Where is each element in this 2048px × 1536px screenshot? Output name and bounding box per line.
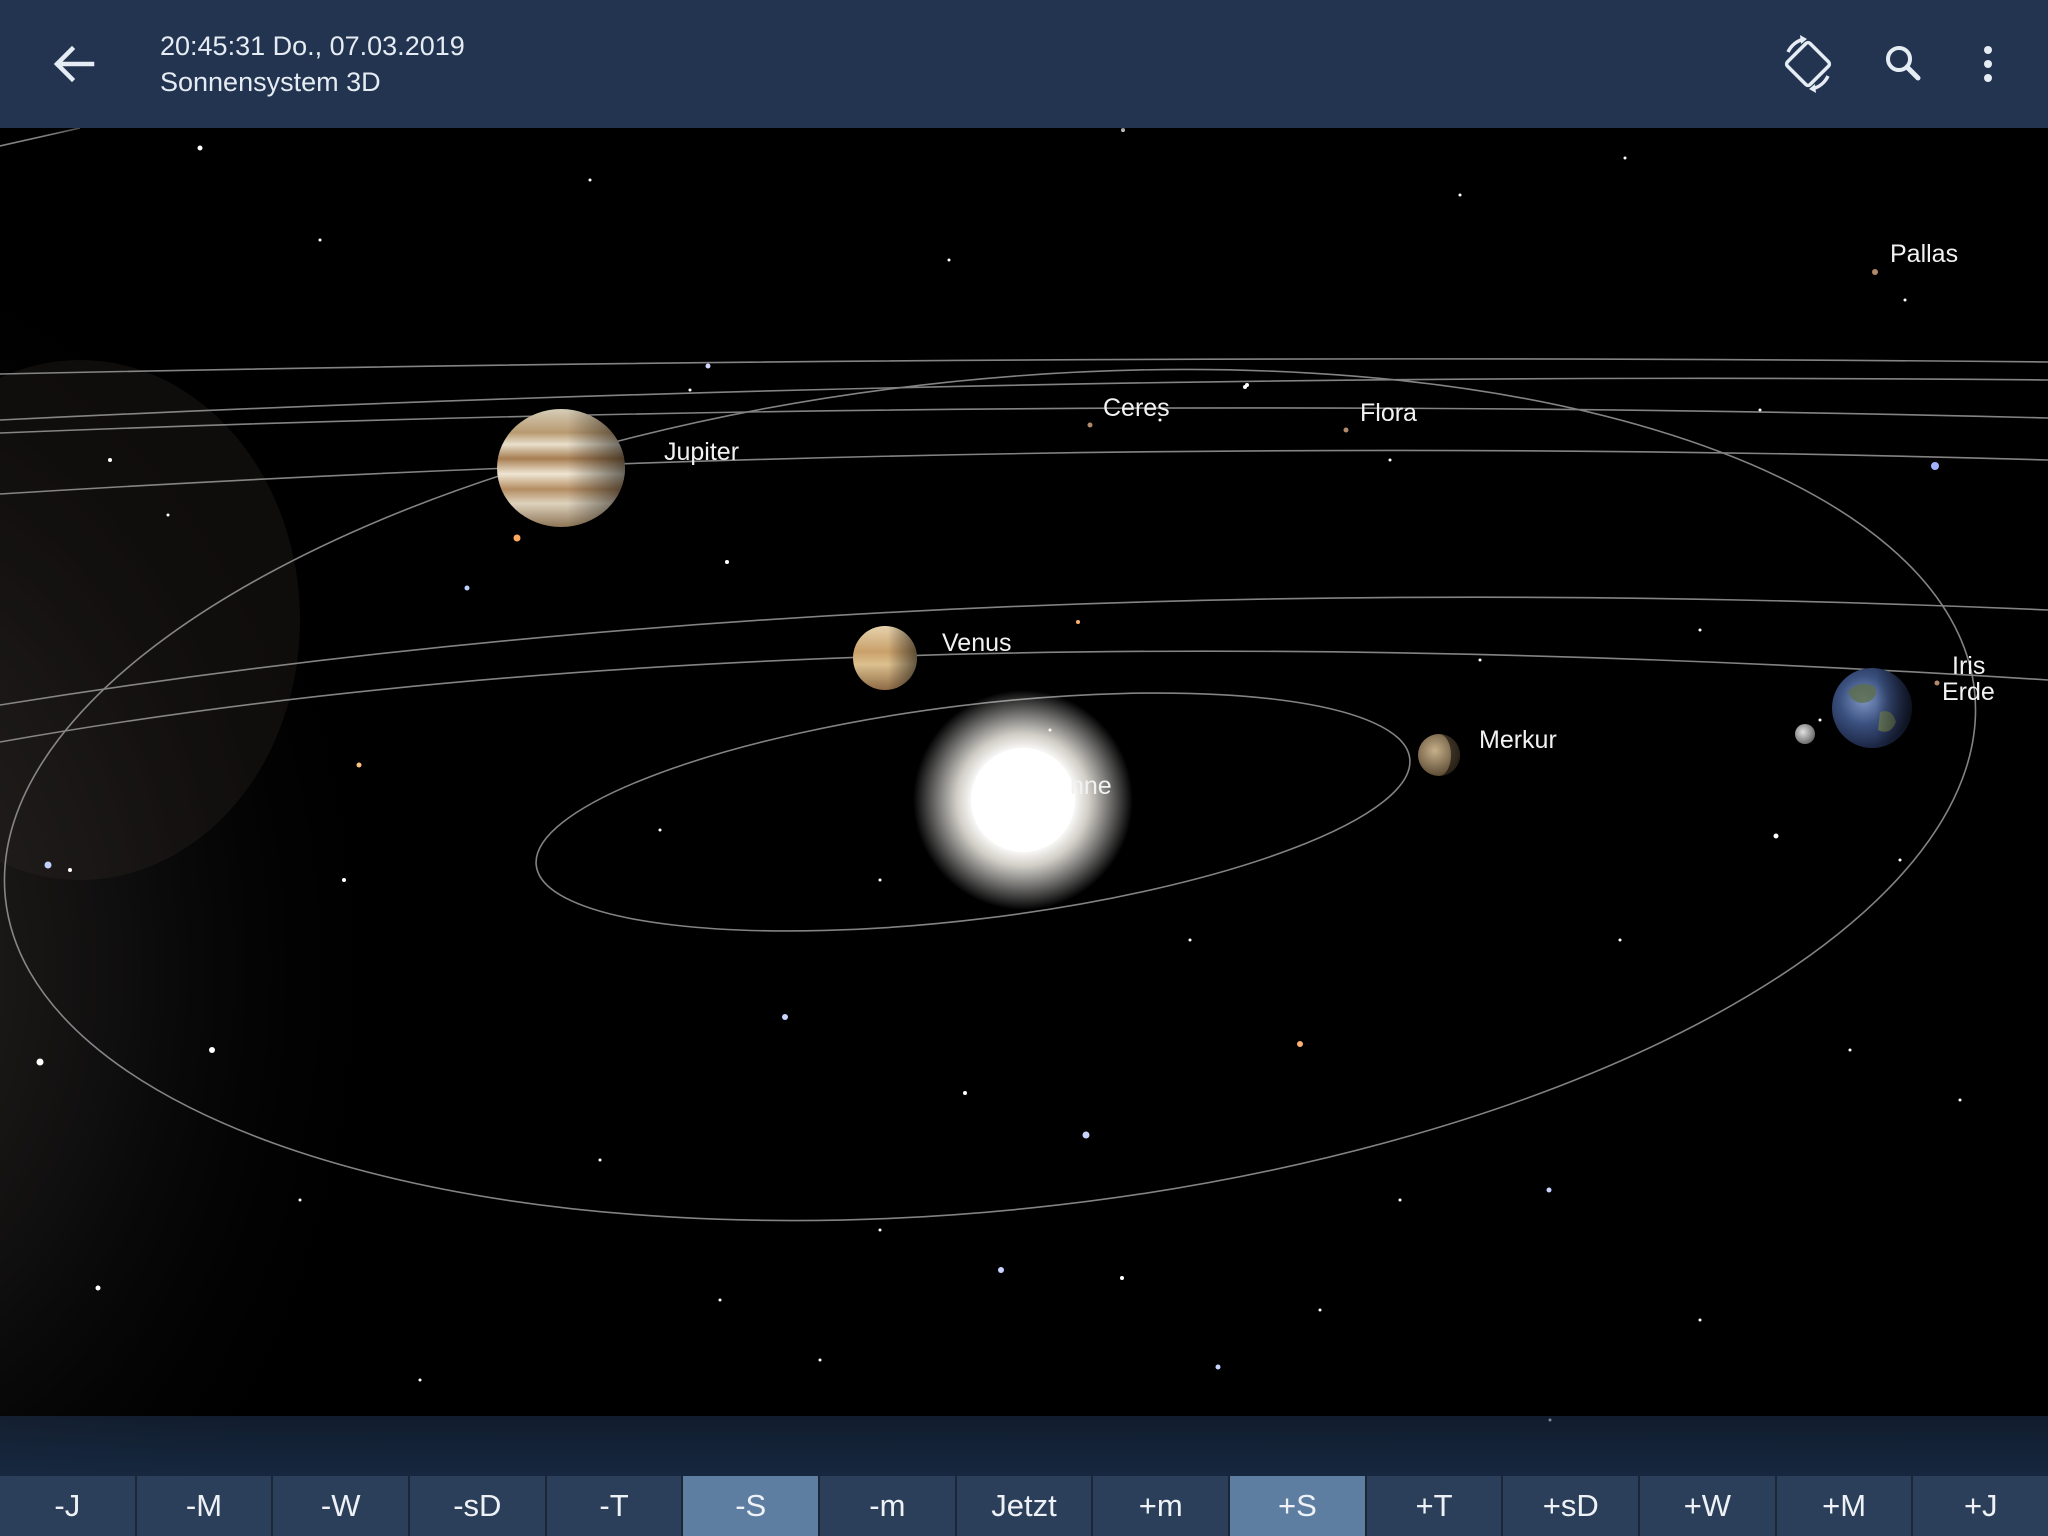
moon[interactable] xyxy=(1795,724,1815,744)
pallas-dot[interactable] xyxy=(1872,269,1878,275)
label-erde: Erde xyxy=(1942,678,1995,706)
label-ceres: Ceres xyxy=(1103,394,1170,422)
label-merkur: Merkur xyxy=(1479,726,1557,754)
control-strip-background xyxy=(0,1416,2048,1476)
time-button-plus-year[interactable]: +J xyxy=(1913,1476,2048,1536)
datetime-label: 20:45:31 Do., 07.03.2019 xyxy=(160,31,465,61)
time-button-minus-month[interactable]: -M xyxy=(136,1476,272,1536)
label-flora: Flora xyxy=(1360,399,1417,427)
screen-rotation-icon[interactable] xyxy=(1774,30,1842,98)
flora-dot[interactable] xyxy=(1343,427,1349,433)
solar-system-canvas[interactable]: Pallas Ceres Flora Jupiter Venus Merkur … xyxy=(0,128,2048,1476)
time-button-plus-week[interactable]: +W xyxy=(1640,1476,1775,1536)
time-button-plus-day[interactable]: +T xyxy=(1366,1476,1502,1536)
app-bar: 20:45:31 Do., 07.03.2019 Sonnensystem 3D xyxy=(0,0,2048,128)
time-button-plus-month[interactable]: +M xyxy=(1776,1476,1912,1536)
label-sonne: nne xyxy=(1070,772,1112,800)
label-pallas: Pallas xyxy=(1890,240,1958,268)
time-button-minus-year[interactable]: -J xyxy=(0,1476,135,1536)
time-button-plus-minute[interactable]: +m xyxy=(1093,1476,1229,1536)
label-iris: Iris xyxy=(1952,652,1985,680)
header-titles: 20:45:31 Do., 07.03.2019 Sonnensystem 3D xyxy=(160,28,465,100)
time-button-minus-minute[interactable]: -m xyxy=(820,1476,955,1536)
page-title: Sonnensystem 3D xyxy=(160,67,381,97)
more-vert-icon[interactable] xyxy=(1954,30,2022,98)
time-button-now[interactable]: Jetzt xyxy=(956,1476,1092,1536)
ceres-dot[interactable] xyxy=(1087,422,1093,428)
venus-planet[interactable] xyxy=(853,626,917,690)
time-button-minus-day[interactable]: -T xyxy=(546,1476,682,1536)
time-button-plus-hour[interactable]: +S xyxy=(1230,1476,1365,1536)
solar-system-view[interactable]: Pallas Ceres Flora Jupiter Venus Merkur … xyxy=(0,128,2048,1476)
mercury-planet[interactable] xyxy=(1418,734,1460,776)
back-arrow-icon[interactable] xyxy=(44,34,104,94)
time-button-plus-sidereal-day[interactable]: +sD xyxy=(1503,1476,1639,1536)
earth-planet[interactable] xyxy=(1832,668,1912,748)
time-button-minus-hour[interactable]: -S xyxy=(683,1476,819,1536)
time-step-bar: -J -M -W -sD -T -S -m Jetzt +m +S +T +sD… xyxy=(0,1476,2048,1536)
label-venus: Venus xyxy=(942,629,1012,657)
time-button-minus-week[interactable]: -W xyxy=(273,1476,409,1536)
jupiter-planet[interactable] xyxy=(497,409,625,527)
label-jupiter: Jupiter xyxy=(664,438,739,466)
time-button-minus-sidereal-day[interactable]: -sD xyxy=(410,1476,545,1536)
search-icon[interactable] xyxy=(1870,30,1938,98)
iris-dot[interactable] xyxy=(1934,680,1940,686)
